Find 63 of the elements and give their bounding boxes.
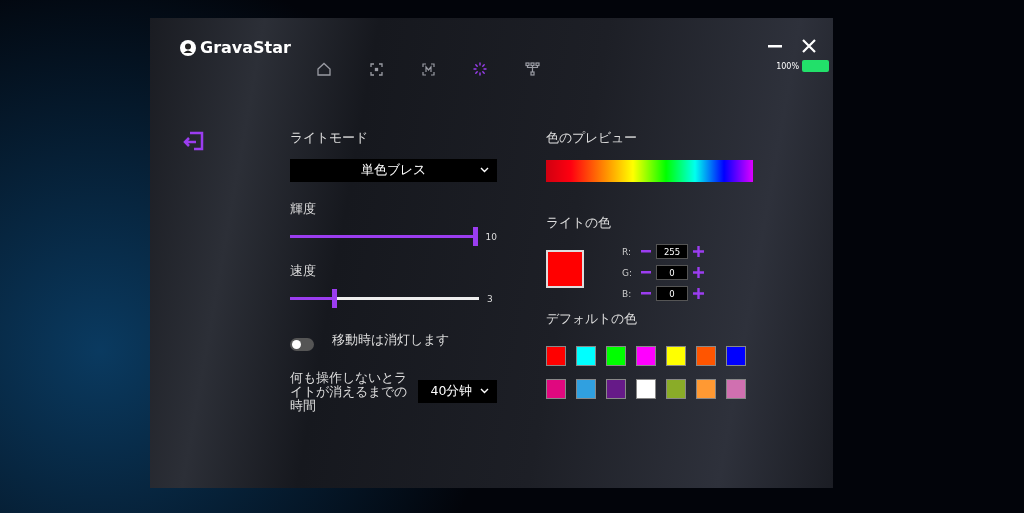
app-title: GravaStar [200, 38, 291, 57]
color-swatch[interactable] [696, 346, 716, 366]
nav-tab[interactable] [367, 60, 385, 78]
color-swatch[interactable] [546, 379, 566, 399]
color-swatch[interactable] [606, 379, 626, 399]
battery-reading: 100% [776, 61, 799, 71]
field-label: 何も操作しないとライトが消えるまでの時間 [290, 371, 408, 413]
home-icon [317, 62, 331, 76]
logo-icon [180, 39, 196, 56]
slider-thumb[interactable] [332, 289, 338, 308]
plus-icon [692, 288, 704, 299]
minus-icon [641, 250, 651, 253]
color-swatch[interactable] [636, 379, 656, 399]
nav-tab[interactable] [523, 60, 541, 78]
section-label: 色のプレビュー [546, 130, 638, 147]
toggle-switch[interactable] [290, 338, 314, 351]
color-spectrum-bar[interactable] [546, 160, 753, 182]
toggle-label: 移動時は消灯します [332, 332, 449, 349]
channel-label: G: [622, 267, 633, 278]
macro-frame-icon [421, 62, 435, 76]
section-label: ライトの色 [546, 215, 612, 232]
plus-icon [692, 267, 704, 278]
channel-value-field[interactable]: 0 [656, 286, 688, 301]
minimize-icon [768, 44, 782, 48]
increment-button[interactable] [692, 287, 704, 300]
hierarchy-icon [524, 62, 540, 76]
color-swatch[interactable] [636, 346, 656, 366]
channel-value-field[interactable]: 255 [656, 244, 688, 259]
timeout-dropdown[interactable]: 40分钟 [418, 380, 497, 404]
channel-label: R: [622, 246, 632, 257]
chevron-down-icon [480, 388, 489, 395]
light-burst-icon [473, 62, 487, 76]
slider-label: 輝度 [290, 201, 316, 216]
color-swatch[interactable] [546, 346, 566, 366]
slider-value: 10 [485, 231, 497, 242]
slider-thumb[interactable] [472, 227, 478, 246]
slider[interactable] [290, 227, 478, 246]
channel-value-field[interactable]: 0 [656, 265, 688, 280]
increment-button[interactable] [692, 266, 704, 279]
color-swatch[interactable] [606, 346, 626, 366]
focus-frame-icon [369, 62, 383, 76]
slider-label: 速度 [290, 263, 316, 278]
field-label: ライトモード [290, 130, 369, 147]
slider[interactable] [290, 289, 479, 308]
minus-icon [641, 271, 651, 274]
color-swatch[interactable] [666, 346, 686, 366]
section-label: デフォルトの色 [546, 311, 638, 328]
nav-tab[interactable] [419, 60, 437, 78]
increment-button[interactable] [692, 245, 704, 258]
nav-tab[interactable] [315, 60, 333, 78]
battery-icon [802, 60, 829, 72]
plus-icon [692, 246, 704, 257]
color-swatch[interactable] [666, 379, 686, 399]
chevron-down-icon [480, 167, 489, 173]
color-swatch[interactable] [726, 379, 746, 399]
color-swatch[interactable] [576, 379, 596, 399]
light-mode-dropdown[interactable]: 単色ブレス [290, 159, 497, 182]
color-swatch[interactable] [696, 379, 716, 399]
slider-value: 3 [487, 293, 493, 304]
channel-label: B: [622, 288, 633, 299]
minus-icon [641, 292, 651, 295]
color-swatch[interactable] [726, 346, 746, 366]
color-swatch[interactable] [576, 346, 596, 366]
